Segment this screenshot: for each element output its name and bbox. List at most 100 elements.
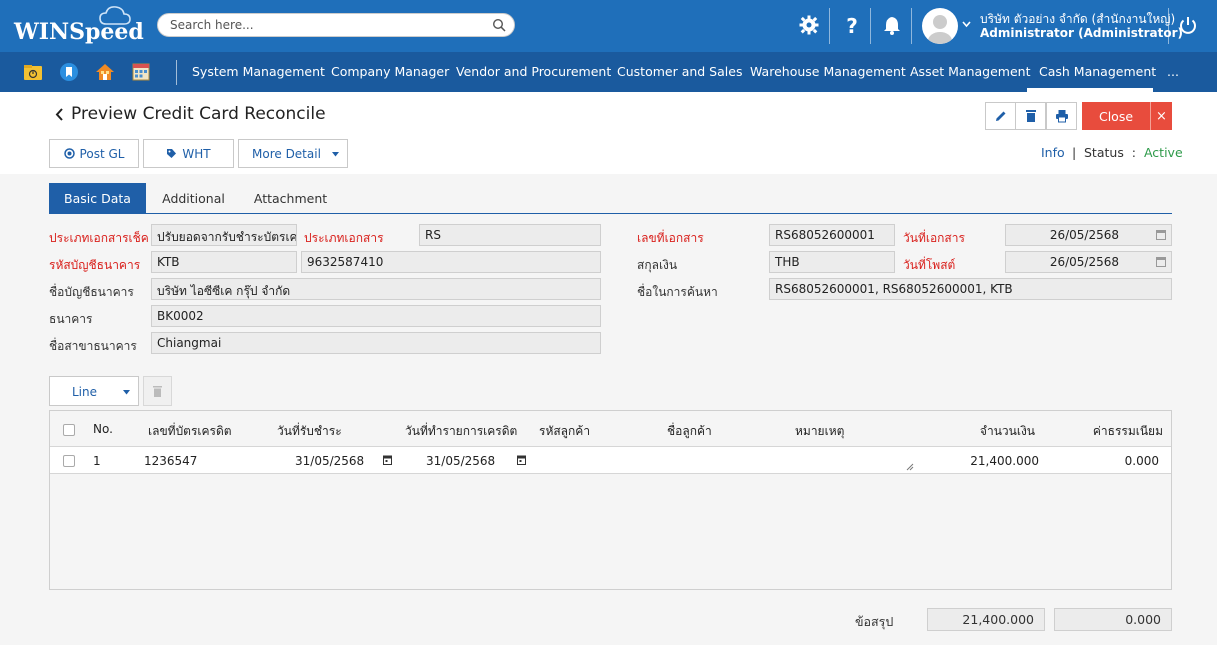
col-no[interactable]: No. [93,422,113,436]
user-role: Administrator (Administrator) [980,26,1184,40]
cell-trans-date[interactable]: 31/05/2568 [426,454,495,468]
more-detail-label: More Detail [252,146,321,161]
search-icon[interactable] [492,18,506,32]
wht-button[interactable]: WHT [143,139,234,168]
post-gl-button[interactable]: Post GL [49,139,139,168]
divider [829,8,830,44]
nav-company-manager[interactable]: Company Manager [331,64,449,79]
calendar-icon[interactable] [1156,256,1166,267]
status-value: Active [1143,145,1183,160]
search-input[interactable] [170,18,480,32]
nav-vendor-procurement[interactable]: Vendor and Procurement [456,64,611,79]
branch-label: ชื่อสาขาธนาคาร [49,339,137,353]
branch-field[interactable]: Chiangmai [151,332,601,354]
divider [911,8,912,44]
top-bar: WINSpeed ? บริษัท ตัวอย่าง จำกัด (สำนักง… [0,0,1217,52]
doc-date-value: 26/05/2568 [1049,228,1119,242]
bank-label: ธนาคาร [49,312,93,326]
nav-customer-sales[interactable]: Customer and Sales [617,64,742,79]
calendar-grid-icon[interactable] [131,62,151,82]
doc-type-cheque-label: ประเภทเอกสารเช็ค [49,231,149,245]
edit-button[interactable] [985,102,1016,130]
delete-button[interactable] [1015,102,1046,130]
col-remark[interactable]: หมายเหตุ [795,422,844,441]
table-row[interactable]: 1 1236547 31/05/2568 31/05/2568 21,400.0… [50,447,1171,474]
bank-account-name-field[interactable]: บริษัท ไอซีซีเค กรุ๊ป จำกัด [151,278,601,300]
status-colon: : [1131,145,1137,160]
tab-attachment[interactable]: Attachment [241,183,340,214]
cell-card-no[interactable]: 1236547 [144,454,197,468]
bell-icon[interactable] [881,14,903,36]
line-label: Line [72,385,98,399]
search-name-field[interactable]: RS68052600001, RS68052600001, KTB [769,278,1172,300]
close-button[interactable]: Close [1082,102,1150,130]
search-box[interactable] [157,13,515,37]
col-fee[interactable]: ค่าธรรมเนียม [1093,422,1163,441]
status-text: Status : Active [1084,145,1183,160]
col-trans-date[interactable]: วันที่ทำรายการเครดิต [405,422,517,441]
currency-field[interactable]: THB [769,251,895,273]
page-title: Preview Credit Card Reconcile [71,104,326,124]
folder-icon[interactable] [23,62,43,82]
nav-cash-management[interactable]: Cash Management [1039,64,1156,79]
post-date-field[interactable]: 26/05/2568 [1005,251,1172,273]
select-all-checkbox[interactable] [63,424,75,436]
info-link[interactable]: Info [1041,145,1065,160]
row-checkbox[interactable] [63,455,75,467]
main-nav: System Management Company Manager Vendor… [0,52,1217,92]
currency-label: สกุลเงิน [637,258,678,272]
resize-handle-icon[interactable] [906,463,914,471]
status-separator: | [1072,145,1077,160]
pencil-icon [995,111,1005,121]
col-amount[interactable]: จำนวนเงิน [980,422,1035,441]
divider [1168,8,1169,44]
help-icon[interactable]: ? [841,14,863,36]
line-button[interactable]: Line [49,376,139,406]
doc-no-field[interactable]: RS68052600001 [769,224,895,246]
doc-no-label: เลขที่เอกสาร [637,231,704,245]
power-icon[interactable] [1177,14,1199,36]
cell-no: 1 [93,454,101,468]
bank-field[interactable]: BK0002 [151,305,601,327]
close-icon[interactable]: × [1150,102,1172,130]
cell-fee[interactable]: 0.000 [1125,454,1159,468]
calendar-icon[interactable] [517,455,526,465]
bank-account-name-label: ชื่อบัญชีธนาคาร [49,285,134,299]
avatar[interactable] [922,8,958,44]
calendar-icon[interactable] [383,455,392,465]
gear-icon[interactable] [798,14,820,36]
caret-down-icon[interactable] [332,152,339,157]
tab-basic-data[interactable]: Basic Data [49,183,146,214]
bank-account-code-field[interactable]: KTB [151,251,297,273]
tab-additional[interactable]: Additional [146,183,241,214]
col-pay-date[interactable]: วันที่รับชำระ [277,422,342,441]
tab-underline [49,213,1172,214]
cell-amount[interactable]: 21,400.000 [970,454,1039,468]
col-card-no[interactable]: เลขที่บัตรเครดิต [148,422,232,441]
back-icon[interactable] [55,108,64,121]
post-date-label: วันที่โพสต์ [903,258,956,272]
col-cust-code[interactable]: รหัสลูกค้า [539,422,590,441]
post-gl-icon [63,148,75,159]
delete-line-button[interactable] [143,376,172,406]
bookmark-icon[interactable] [59,62,79,82]
more-detail-button[interactable]: More Detail [238,139,348,168]
home-icon[interactable] [95,62,115,82]
col-cust-name[interactable]: ชื่อลูกค้า [667,422,712,441]
nav-more[interactable]: ... [1167,64,1179,79]
divider [870,8,871,44]
trash-icon [153,385,162,397]
doc-type-cheque-field[interactable]: ปรับยอดจากรับชำระบัตรเครดิต [151,224,297,246]
calendar-icon[interactable] [1156,229,1166,240]
chevron-down-icon[interactable] [962,21,971,28]
cell-pay-date[interactable]: 31/05/2568 [295,454,364,468]
tag-icon [167,149,177,158]
doc-date-field[interactable]: 26/05/2568 [1005,224,1172,246]
bank-account-no-field[interactable]: 9632587410 [301,251,601,273]
doc-type-field[interactable]: RS [419,224,601,246]
caret-down-icon[interactable] [123,390,130,395]
print-button[interactable] [1046,102,1077,130]
nav-system-management[interactable]: System Management [192,64,325,79]
nav-warehouse-management[interactable]: Warehouse Management [750,64,906,79]
nav-asset-management[interactable]: Asset Management [910,64,1030,79]
